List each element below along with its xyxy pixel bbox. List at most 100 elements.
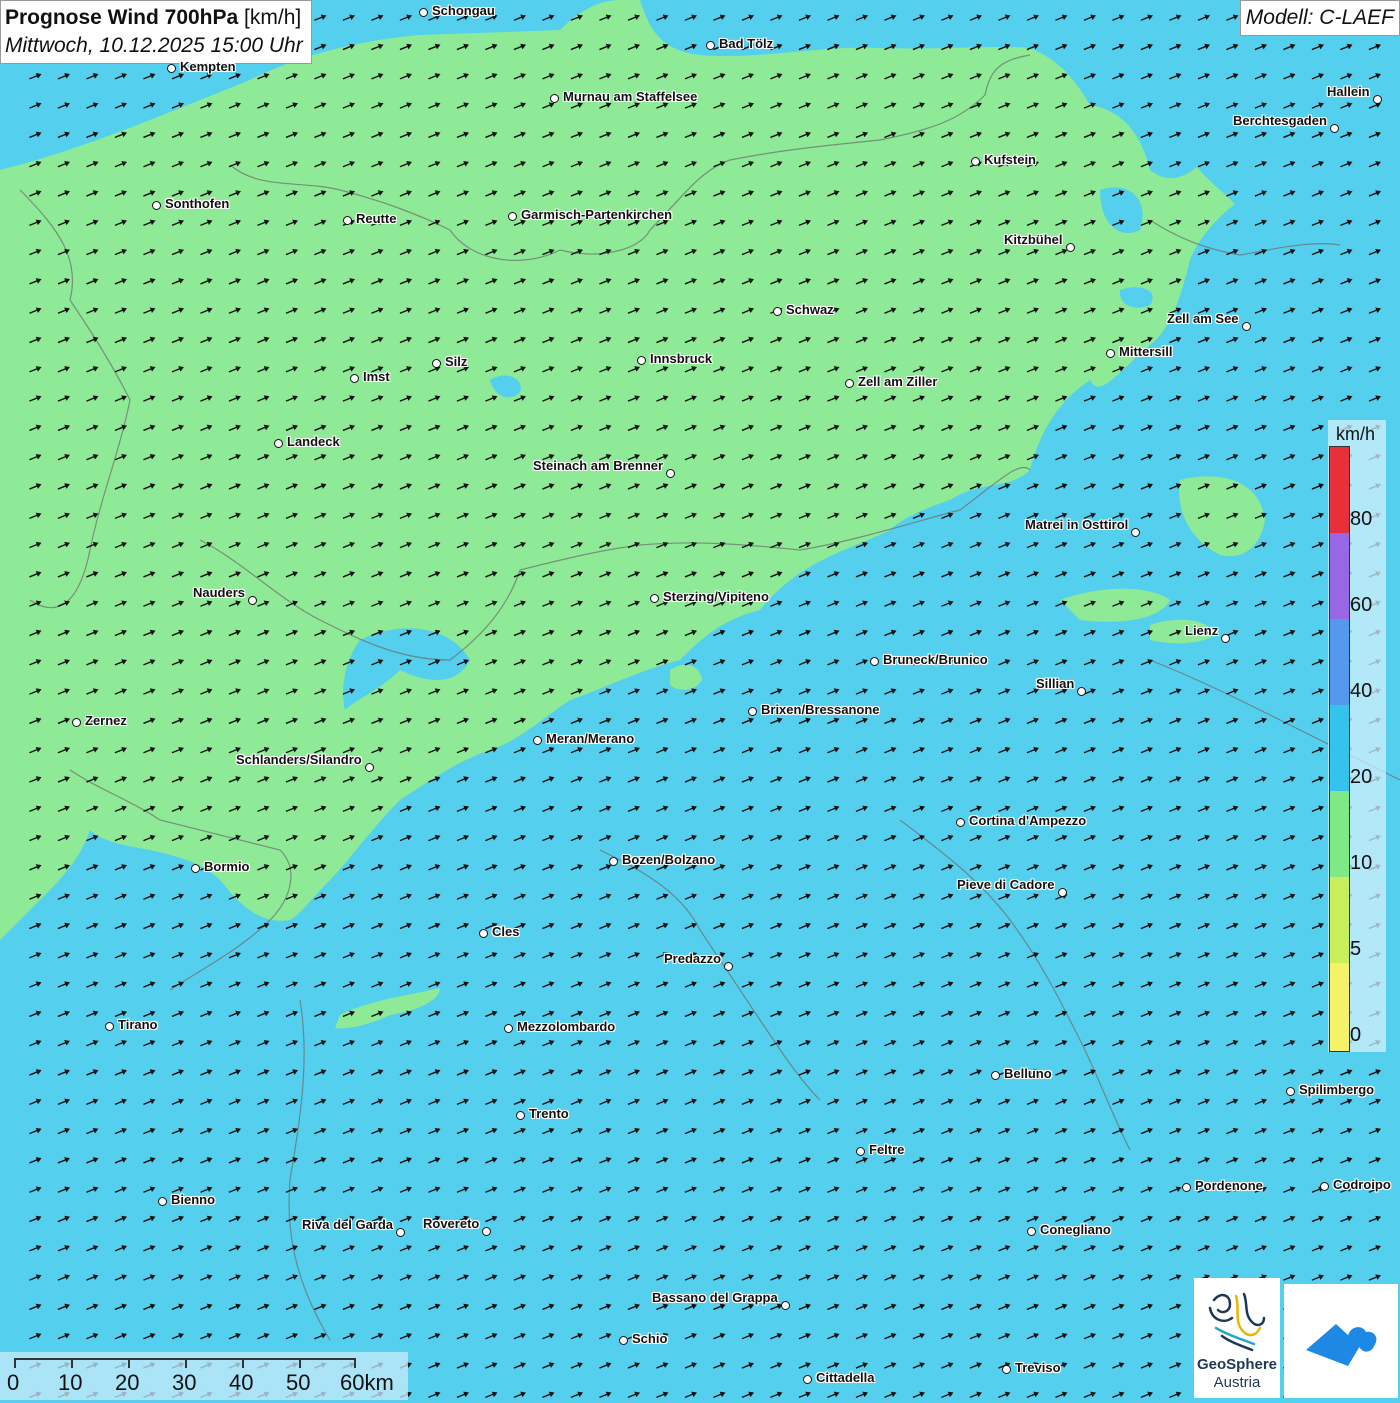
scale-tick bbox=[71, 1358, 73, 1368]
cloud-arrow-logo[interactable] bbox=[1284, 1284, 1398, 1398]
city-dot bbox=[516, 1111, 525, 1120]
scale-tick bbox=[354, 1358, 356, 1368]
city-label: Pordenone bbox=[1195, 1178, 1263, 1193]
city-dot bbox=[781, 1301, 790, 1310]
map-title: Prognose Wind 700hPa bbox=[5, 6, 239, 29]
legend-label-80: 80 bbox=[1350, 508, 1373, 530]
scale-tick bbox=[242, 1358, 244, 1368]
city-dot bbox=[1330, 124, 1339, 133]
city-dot bbox=[396, 1228, 405, 1237]
city-label: Reutte bbox=[356, 211, 397, 226]
city-label: Treviso bbox=[1015, 1360, 1061, 1375]
city-dot bbox=[508, 212, 517, 221]
city-label: Riva del Garda bbox=[302, 1217, 394, 1232]
city-label: Tirano bbox=[118, 1017, 158, 1032]
city-label: Kitzbühel bbox=[1004, 232, 1063, 247]
legend-band-5 bbox=[1330, 877, 1349, 963]
color-legend: km/h 80 60 40 20 10 5 0 bbox=[1328, 420, 1386, 1052]
city-label: Sillian bbox=[1036, 676, 1075, 691]
city-dot bbox=[504, 1024, 513, 1033]
city-dot bbox=[1027, 1227, 1036, 1236]
geosphere-sub: Austria bbox=[1213, 1374, 1261, 1391]
legend-label-0: 0 bbox=[1350, 1024, 1362, 1046]
city-label: Lienz bbox=[1185, 623, 1219, 638]
geosphere-emblem-icon bbox=[1208, 1292, 1266, 1352]
city-dot bbox=[350, 374, 359, 383]
city-label: Berchtesgaden bbox=[1233, 113, 1327, 128]
legend-band-0 bbox=[1330, 963, 1349, 1051]
city-dot bbox=[1077, 687, 1086, 696]
city-label: Murnau am Staffelsee bbox=[563, 89, 698, 104]
city-label: Codroipo bbox=[1333, 1177, 1391, 1192]
city-dot bbox=[105, 1022, 114, 1031]
scale-tick bbox=[185, 1358, 187, 1368]
city-label: Steinach am Brenner bbox=[533, 458, 664, 473]
scale-label-50: 50 bbox=[286, 1370, 311, 1395]
city-dot bbox=[152, 201, 161, 210]
geosphere-name: GeoSphere bbox=[1196, 1356, 1278, 1373]
city-label: Meran/Merano bbox=[546, 731, 635, 746]
city-label: Schlanders/Silandro bbox=[236, 752, 362, 767]
city-dot bbox=[158, 1197, 167, 1206]
scale-tick bbox=[128, 1358, 130, 1368]
scale-label-60km: 60km bbox=[340, 1370, 394, 1395]
city-dot bbox=[609, 857, 618, 866]
city-dot bbox=[1058, 888, 1067, 897]
city-dot bbox=[432, 359, 441, 368]
city-dot bbox=[533, 736, 542, 745]
city-dot bbox=[650, 594, 659, 603]
city-label: Bruneck/Brunico bbox=[883, 652, 988, 667]
city-label: Brixen/Bressanone bbox=[761, 702, 880, 717]
city-label: Bozen/Bolzano bbox=[622, 852, 716, 867]
city-label: Cittadella bbox=[816, 1370, 875, 1385]
city-dot bbox=[1131, 528, 1140, 537]
city-dot bbox=[1221, 634, 1230, 643]
city-dot bbox=[1373, 95, 1382, 104]
scale-tick bbox=[14, 1358, 16, 1368]
city-label: Imst bbox=[363, 369, 390, 384]
city-label: Garmisch-Partenkirchen bbox=[521, 207, 673, 222]
city-label: Kempten bbox=[180, 59, 236, 74]
legend-label-5: 5 bbox=[1350, 938, 1362, 960]
geosphere-logo[interactable]: GeoSphere Austria bbox=[1194, 1278, 1280, 1398]
city-dot bbox=[619, 1336, 628, 1345]
city-label: Bormio bbox=[204, 859, 250, 874]
city-dot bbox=[724, 962, 733, 971]
city-label: Schwaz bbox=[786, 302, 834, 317]
city-dot bbox=[856, 1147, 865, 1156]
city-dot bbox=[248, 596, 257, 605]
legend-label-10: 10 bbox=[1350, 852, 1373, 874]
city-label: Belluno bbox=[1004, 1066, 1052, 1081]
city-dot bbox=[991, 1071, 1000, 1080]
model-label: Modell: C-LAEF bbox=[1239, 0, 1400, 36]
legend-label-20: 20 bbox=[1350, 766, 1373, 788]
city-dot bbox=[706, 41, 715, 50]
city-label: Mittersill bbox=[1119, 344, 1173, 359]
city-label: Rovereto bbox=[423, 1216, 480, 1231]
city-dot bbox=[1182, 1183, 1191, 1192]
legend-band-10 bbox=[1330, 791, 1349, 877]
title-box: Prognose Wind 700hPa [km/h] Mittwoch, 10… bbox=[0, 0, 312, 64]
city-dot bbox=[666, 469, 675, 478]
city-label: Trento bbox=[529, 1106, 569, 1121]
city-dot bbox=[1320, 1182, 1329, 1191]
city-dot bbox=[773, 307, 782, 316]
city-dot bbox=[1286, 1087, 1295, 1096]
city-dot bbox=[845, 379, 854, 388]
city-dot bbox=[419, 8, 428, 17]
city-label: Innsbruck bbox=[650, 351, 713, 366]
city-label: Matrei in Osttirol bbox=[1025, 517, 1129, 532]
city-dot bbox=[167, 64, 176, 73]
city-dot bbox=[1242, 322, 1251, 331]
city-label: Feltre bbox=[869, 1142, 905, 1157]
forecast-datetime: Mittwoch, 10.12.2025 15:00 Uhr bbox=[5, 34, 303, 57]
scale-label-10: 10 bbox=[58, 1370, 83, 1395]
city-dot bbox=[956, 818, 965, 827]
city-dot bbox=[1002, 1365, 1011, 1374]
scale-label-40: 40 bbox=[229, 1370, 254, 1395]
city-label: Cles bbox=[492, 924, 520, 939]
city-dot bbox=[1066, 243, 1075, 252]
city-label: Spilimbergo bbox=[1299, 1082, 1375, 1097]
city-label: Schongau bbox=[432, 3, 495, 18]
city-dot bbox=[482, 1227, 491, 1236]
